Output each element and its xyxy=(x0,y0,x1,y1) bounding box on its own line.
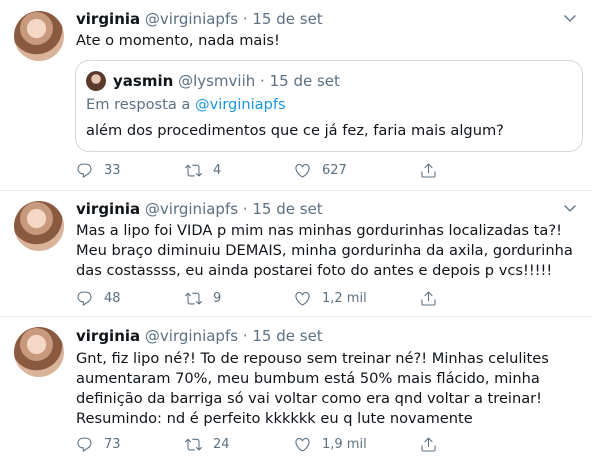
tweet-header: virginia @virginiapfs · 15 de set xyxy=(76,10,323,28)
separator-dot: · xyxy=(242,327,248,345)
like-count: 1,9 mil xyxy=(322,436,367,452)
retweet-icon xyxy=(185,290,202,307)
share-icon xyxy=(420,162,437,179)
author-handle[interactable]: @virginiapfs xyxy=(145,327,238,345)
author-name: yasmin xyxy=(113,72,174,90)
retweet-button[interactable]: 4 xyxy=(185,160,221,180)
like-count: 1,2 mil xyxy=(322,290,367,306)
tweet-date: 15 de set xyxy=(269,72,340,90)
reply-icon xyxy=(76,290,93,307)
share-button[interactable] xyxy=(420,434,437,454)
like-button[interactable]: 1,2 mil xyxy=(294,288,367,308)
avatar[interactable] xyxy=(14,201,64,251)
separator-dot: · xyxy=(260,72,265,90)
tweet-header: virginia @virginiapfs · 15 de set xyxy=(76,327,323,345)
separator-dot: · xyxy=(242,200,248,218)
reply-prefix: Em resposta a xyxy=(86,96,196,113)
reply-button[interactable]: 48 xyxy=(76,288,121,308)
retweet-icon xyxy=(185,162,202,179)
share-button[interactable] xyxy=(420,160,437,180)
reply-icon xyxy=(76,436,93,453)
reply-button[interactable]: 73 xyxy=(76,434,121,454)
quoted-tweet-text: além dos procedimentos que ce já fez, fa… xyxy=(86,122,504,139)
retweet-button[interactable]: 9 xyxy=(185,288,221,308)
retweet-count: 24 xyxy=(213,436,230,452)
retweet-icon xyxy=(185,436,202,453)
quoted-tweet[interactable]: yasmin @lysmviih · 15 de set Em resposta… xyxy=(75,60,583,152)
avatar[interactable] xyxy=(14,327,64,377)
retweet-count: 9 xyxy=(213,290,222,306)
share-button[interactable] xyxy=(420,288,437,308)
tweet[interactable]: virginia @virginiapfs · 15 de set Gnt, f… xyxy=(0,317,592,459)
tweet-text: Mas a lipo foi VIDA p mim nas minhas gor… xyxy=(76,222,573,279)
reply-context: Em resposta a @virginiapfs xyxy=(86,95,286,115)
retweet-count: 4 xyxy=(213,162,222,178)
tweet-text: Gnt, fiz lipo né?! To de repouso sem tre… xyxy=(76,350,549,427)
author-handle[interactable]: @virginiapfs xyxy=(145,10,238,28)
tweet-actions: 73 24 1,9 mil xyxy=(76,434,556,454)
tweet-actions: 33 4 627 xyxy=(76,160,556,180)
reply-count: 33 xyxy=(104,162,121,178)
author-name[interactable]: virginia xyxy=(76,327,140,345)
heart-icon xyxy=(294,162,311,179)
share-icon xyxy=(420,436,437,453)
avatar[interactable] xyxy=(14,11,64,61)
share-icon xyxy=(420,290,437,307)
author-handle: @lysmviih xyxy=(178,72,256,90)
quoted-tweet-header: yasmin @lysmviih · 15 de set xyxy=(113,71,340,91)
reply-mention-link[interactable]: @virginiapfs xyxy=(195,96,286,113)
reply-count: 48 xyxy=(104,290,121,306)
tweet-actions: 48 9 1,2 mil xyxy=(76,288,556,308)
author-name[interactable]: virginia xyxy=(76,200,140,218)
reply-icon xyxy=(76,162,93,179)
tweet-header: virginia @virginiapfs · 15 de set xyxy=(76,200,323,218)
avatar xyxy=(86,71,106,91)
tweet[interactable]: virginia @virginiapfs · 15 de set Mas a … xyxy=(0,191,592,316)
chevron-down-icon[interactable] xyxy=(562,200,578,216)
tweet-date[interactable]: 15 de set xyxy=(252,10,322,28)
tweet[interactable]: virginia @virginiapfs · 15 de set Ate o … xyxy=(0,0,592,190)
author-name[interactable]: virginia xyxy=(76,10,140,28)
heart-icon xyxy=(294,436,311,453)
tweet-text: Ate o momento, nada mais! xyxy=(76,32,280,49)
tweet-date[interactable]: 15 de set xyxy=(252,327,322,345)
reply-count: 73 xyxy=(104,436,121,452)
heart-icon xyxy=(294,290,311,307)
tweet-date[interactable]: 15 de set xyxy=(252,200,322,218)
like-button[interactable]: 627 xyxy=(294,160,347,180)
like-count: 627 xyxy=(322,162,347,178)
retweet-button[interactable]: 24 xyxy=(185,434,230,454)
author-handle[interactable]: @virginiapfs xyxy=(145,200,238,218)
chevron-down-icon[interactable] xyxy=(562,10,578,26)
separator-dot: · xyxy=(242,10,248,28)
reply-button[interactable]: 33 xyxy=(76,160,121,180)
like-button[interactable]: 1,9 mil xyxy=(294,434,367,454)
